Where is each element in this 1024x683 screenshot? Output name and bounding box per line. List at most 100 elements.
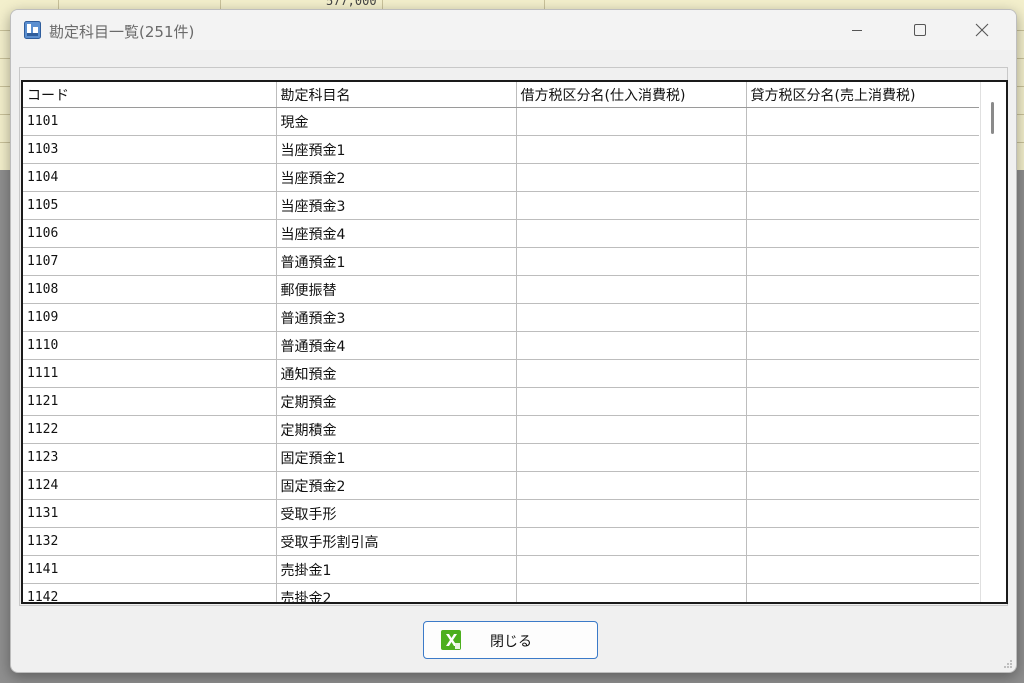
table-row[interactable]: 1121 定期預金 (23, 387, 979, 416)
cell-debit-tax[interactable] (516, 499, 747, 528)
table-row[interactable]: 1132 受取手形割引高 (23, 527, 979, 556)
cell-account-name[interactable]: 普通預金4 (276, 331, 517, 360)
cell-credit-tax[interactable] (746, 303, 979, 332)
cell-account-name[interactable]: 固定預金2 (276, 471, 517, 500)
cell-account-name[interactable]: 通知預金 (276, 359, 517, 388)
table-row[interactable]: 1122 定期積金 (23, 415, 979, 444)
cell-credit-tax[interactable] (746, 415, 979, 444)
cell-code[interactable]: 1131 (23, 499, 277, 528)
table-row[interactable]: 1107 普通預金1 (23, 247, 979, 276)
cell-debit-tax[interactable] (516, 191, 747, 220)
cell-debit-tax[interactable] (516, 583, 747, 602)
cell-code[interactable]: 1141 (23, 555, 277, 584)
cell-code[interactable]: 1142 (23, 583, 277, 602)
cell-credit-tax[interactable] (746, 219, 979, 248)
cell-credit-tax[interactable] (746, 191, 979, 220)
cell-account-name[interactable]: 固定預金1 (276, 443, 517, 472)
cell-credit-tax[interactable] (746, 387, 979, 416)
cell-credit-tax[interactable] (746, 135, 979, 164)
cell-account-name[interactable]: 売掛金2 (276, 583, 517, 602)
cell-debit-tax[interactable] (516, 443, 747, 472)
vertical-scrollbar[interactable] (980, 82, 1006, 602)
cell-debit-tax[interactable] (516, 387, 747, 416)
cell-credit-tax[interactable] (746, 443, 979, 472)
table-row[interactable]: 1105 当座預金3 (23, 191, 979, 220)
cell-code[interactable]: 1122 (23, 415, 277, 444)
scrollbar-thumb[interactable] (991, 102, 994, 134)
cell-credit-tax[interactable] (746, 527, 979, 556)
cell-code[interactable]: 1132 (23, 527, 277, 556)
table-row[interactable]: 1111 通知預金 (23, 359, 979, 388)
column-header-code[interactable]: コード (23, 82, 277, 108)
column-header-credit-tax[interactable]: 貸方税区分名(売上消費税) (746, 82, 979, 108)
close-dialog-button[interactable]: 閉じる (423, 621, 598, 659)
cell-debit-tax[interactable] (516, 247, 747, 276)
table-row[interactable]: 1104 当座預金2 (23, 163, 979, 192)
cell-debit-tax[interactable] (516, 275, 747, 304)
table-row[interactable]: 1106 当座預金4 (23, 219, 979, 248)
cell-credit-tax[interactable] (746, 471, 979, 500)
cell-code[interactable]: 1108 (23, 275, 277, 304)
table-row[interactable]: 1141 売掛金1 (23, 555, 979, 584)
cell-debit-tax[interactable] (516, 331, 747, 360)
cell-debit-tax[interactable] (516, 135, 747, 164)
cell-account-name[interactable]: 当座預金1 (276, 135, 517, 164)
cell-code[interactable]: 1106 (23, 219, 277, 248)
cell-credit-tax[interactable] (746, 331, 979, 360)
cell-account-name[interactable]: 現金 (276, 107, 517, 136)
title-bar[interactable]: 勘定科目一覧(251件) (11, 10, 1016, 50)
cell-debit-tax[interactable] (516, 415, 747, 444)
minimize-button[interactable] (828, 10, 886, 50)
cell-code[interactable]: 1124 (23, 471, 277, 500)
cell-debit-tax[interactable] (516, 163, 747, 192)
cell-credit-tax[interactable] (746, 359, 979, 388)
cell-account-name[interactable]: 当座預金2 (276, 163, 517, 192)
cell-account-name[interactable]: 普通預金3 (276, 303, 517, 332)
table-row[interactable]: 1108 郵便振替 (23, 275, 979, 304)
table-row[interactable]: 1110 普通預金4 (23, 331, 979, 360)
cell-credit-tax[interactable] (746, 247, 979, 276)
cell-code[interactable]: 1110 (23, 331, 277, 360)
column-header-account-name[interactable]: 勘定科目名 (276, 82, 517, 108)
table-row[interactable]: 1101 現金 (23, 107, 979, 136)
cell-credit-tax[interactable] (746, 163, 979, 192)
cell-code[interactable]: 1104 (23, 163, 277, 192)
cell-account-name[interactable]: 定期積金 (276, 415, 517, 444)
cell-credit-tax[interactable] (746, 107, 979, 136)
cell-debit-tax[interactable] (516, 555, 747, 584)
cell-account-name[interactable]: 当座預金4 (276, 219, 517, 248)
cell-code[interactable]: 1105 (23, 191, 277, 220)
cell-code[interactable]: 1103 (23, 135, 277, 164)
cell-credit-tax[interactable] (746, 583, 979, 602)
cell-credit-tax[interactable] (746, 555, 979, 584)
cell-account-name[interactable]: 受取手形割引高 (276, 527, 517, 556)
table-row[interactable]: 1103 当座預金1 (23, 135, 979, 164)
table-row[interactable]: 1123 固定預金1 (23, 443, 979, 472)
cell-debit-tax[interactable] (516, 303, 747, 332)
cell-debit-tax[interactable] (516, 359, 747, 388)
maximize-button[interactable] (891, 10, 949, 50)
table-row[interactable]: 1109 普通預金3 (23, 303, 979, 332)
cell-credit-tax[interactable] (746, 499, 979, 528)
cell-account-name[interactable]: 普通預金1 (276, 247, 517, 276)
table-row[interactable]: 1142 売掛金2 (23, 583, 979, 602)
table-row[interactable]: 1131 受取手形 (23, 499, 979, 528)
resize-grip-icon[interactable] (1003, 659, 1013, 669)
cell-code[interactable]: 1107 (23, 247, 277, 276)
cell-account-name[interactable]: 当座預金3 (276, 191, 517, 220)
cell-debit-tax[interactable] (516, 471, 747, 500)
cell-debit-tax[interactable] (516, 219, 747, 248)
cell-account-name[interactable]: 郵便振替 (276, 275, 517, 304)
column-header-debit-tax[interactable]: 借方税区分名(仕入消費税) (516, 82, 747, 108)
account-grid[interactable]: コード 勘定科目名 借方税区分名(仕入消費税) 貸方税区分名(売上消費税) 11… (21, 80, 1008, 604)
cell-code[interactable]: 1109 (23, 303, 277, 332)
cell-account-name[interactable]: 定期預金 (276, 387, 517, 416)
cell-account-name[interactable]: 売掛金1 (276, 555, 517, 584)
cell-debit-tax[interactable] (516, 527, 747, 556)
cell-account-name[interactable]: 受取手形 (276, 499, 517, 528)
cell-code[interactable]: 1111 (23, 359, 277, 388)
window-close-button[interactable] (953, 10, 1011, 50)
cell-code[interactable]: 1121 (23, 387, 277, 416)
cell-credit-tax[interactable] (746, 275, 979, 304)
cell-code[interactable]: 1101 (23, 107, 277, 136)
